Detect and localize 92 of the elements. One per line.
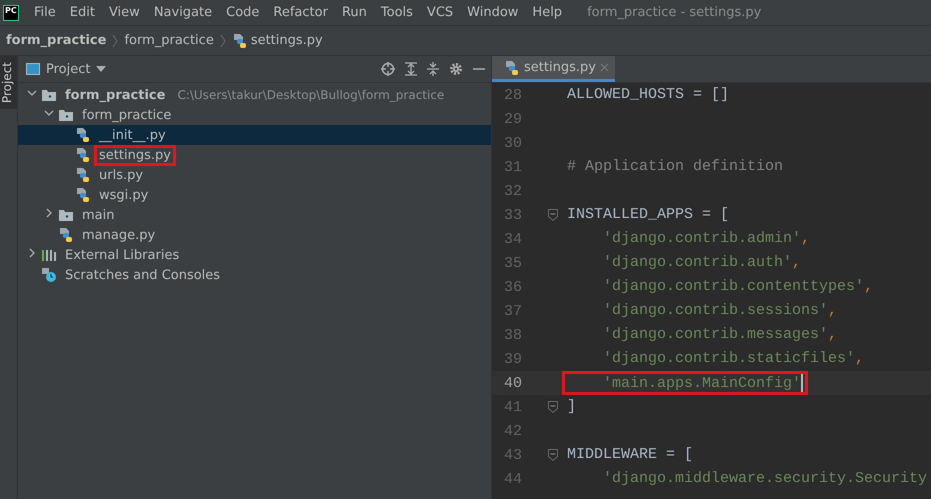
window-icon [26,63,40,75]
line-number: 39 [503,350,524,368]
menu-item[interactable]: Run [334,5,374,20]
python-file-icon [75,127,91,143]
menu-item[interactable]: VCS [420,5,460,20]
python-file-icon [75,167,91,183]
line-number: 42 [503,422,524,440]
settings-icon[interactable] [449,62,463,76]
project-tool-tab[interactable]: Project [0,56,17,110]
menu-item[interactable]: Tools [374,5,420,20]
code-line: # Application definition [566,157,784,177]
tree-row[interactable]: form_practice [18,105,491,125]
line-number: 41 [503,398,524,416]
line-number: 37 [503,302,524,320]
menu-item[interactable]: Navigate [146,5,220,20]
tree-item-label: form_practice [81,106,172,124]
fold-marker-icon[interactable] [548,209,558,221]
collapse-all-icon[interactable] [427,62,439,76]
line-number: 44 [503,470,524,488]
code-line: ] [566,397,578,417]
line-number: 28 [503,86,524,104]
tree-item-label: settings.py [94,144,176,166]
project-path: C:\Users\takur\Desktop\Bullog\form_practice [177,88,444,102]
code-line: 'django.contrib.admin', [602,229,812,249]
code-line: 'django.middleware.security.Security [602,469,928,489]
python-file-icon [58,227,74,243]
breadcrumb-item[interactable]: form_practice [6,33,106,48]
code-line: 'django.contrib.contenttypes', [602,277,874,297]
tree-row[interactable]: manage.py [18,225,491,245]
code-line: ALLOWED_HOSTS = [] [566,85,730,105]
line-number: 43 [503,446,524,464]
line-number: 30 [503,134,524,152]
code-line: MIDDLEWARE = [ [566,445,694,465]
python-file-icon [75,187,91,203]
python-file-icon [75,147,91,163]
chevron-separator-icon [112,34,118,46]
tree-row[interactable]: External Libraries [18,245,491,265]
folder-icon [58,208,74,222]
tree-row[interactable]: wsgi.py [18,185,491,205]
fold-marker-icon[interactable] [548,401,558,413]
python-file-icon [232,32,248,48]
menu-item[interactable]: View [102,5,147,20]
breadcrumb-item[interactable]: settings.py [250,33,323,48]
tree-item-label: wsgi.py [98,186,150,204]
menu-item[interactable]: Refactor [266,5,335,20]
menu-item[interactable]: Code [219,5,266,20]
tree-item-label: manage.py [81,226,156,244]
chevron-separator-icon [220,34,226,46]
panel-title[interactable]: Project [46,62,90,76]
code-line: 'django.contrib.sessions', [602,301,838,321]
code-line: 'django.contrib.messages', [602,325,838,345]
line-number: 38 [503,326,524,344]
code-line: 'django.contrib.staticfiles', [602,349,866,369]
tree-item-label: form_practice [64,86,166,104]
menu-item[interactable]: Window [460,5,526,20]
bar-chart-icon [41,248,57,262]
line-number: 33 [503,206,524,224]
tree-row[interactable]: main [18,205,491,225]
python-file-icon [504,60,520,76]
line-number: 35 [503,254,524,272]
scratch-clock-icon [41,267,57,283]
tree-row[interactable]: urls.py [18,165,491,185]
folder-icon [58,108,74,122]
folder-icon [41,88,57,102]
menu-item[interactable]: Help [525,5,570,20]
tree-row[interactable]: settings.py [18,145,491,165]
tree-item-label: External Libraries [64,246,180,264]
line-number: 34 [503,230,524,248]
breadcrumb-item[interactable]: form_practice [124,33,214,48]
code-line: 'django.contrib.auth', [602,253,802,273]
tree-item-label: Scratches and Consoles [64,266,222,284]
tree-row[interactable]: form_practice C:\Users\takur\Desktop\Bullog\form_practice [18,85,491,105]
tree-row[interactable]: __init__.py [18,125,491,145]
line-number: 32 [503,182,524,200]
line-number: 31 [503,158,524,176]
line-number: 29 [503,110,524,128]
code-line: INSTALLED_APPS = [ [566,205,730,225]
tree-item-label: urls.py [98,166,144,184]
tree-row[interactable]: Scratches and Consoles [18,265,491,285]
fold-marker-icon[interactable] [548,449,558,461]
line-number: 36 [503,278,524,296]
menu-item[interactable]: Edit [62,5,102,20]
line-number: 40 [503,374,524,392]
dropdown-arrow-icon[interactable] [96,66,106,72]
tree-item-label: __init__.py [98,126,167,144]
expand-all-icon[interactable] [405,62,417,76]
crosshair-icon[interactable] [381,62,395,76]
app-logo: PC [3,4,19,20]
tree-item-label: main [81,206,116,224]
menu-item[interactable]: File [27,5,63,20]
editor-tab[interactable]: settings.py [492,56,615,82]
window-title: form_practice - settings.py [587,5,762,20]
